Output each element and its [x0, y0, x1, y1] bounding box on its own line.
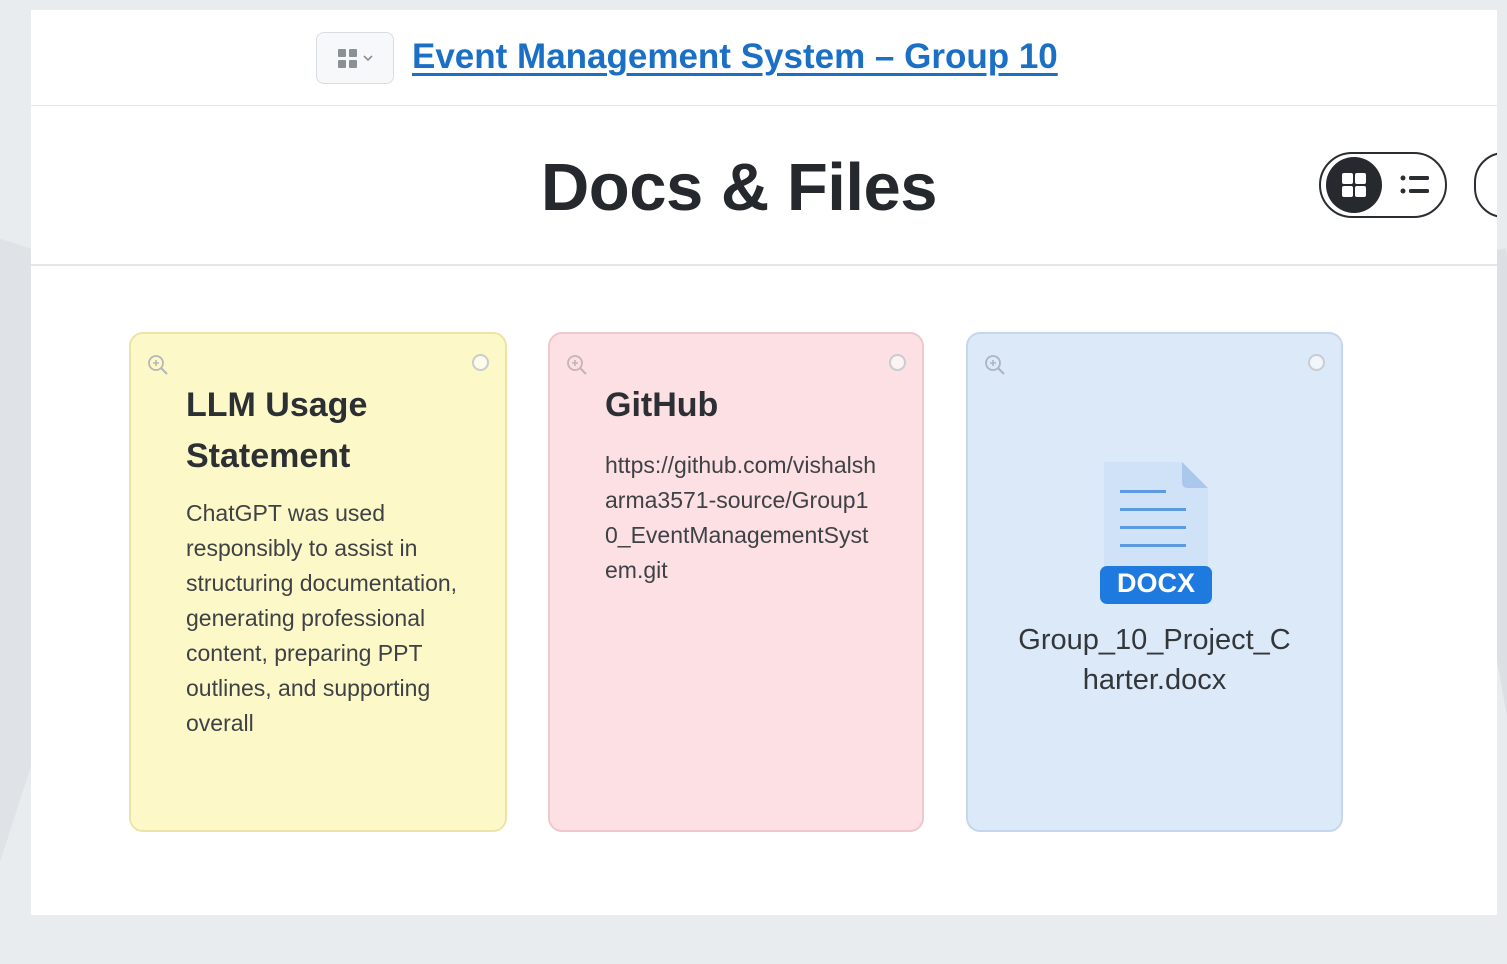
file-type-badge: DOCX — [1116, 568, 1195, 598]
breadcrumb-title-link[interactable]: Event Management System – Group 10 — [412, 37, 1058, 77]
app-switcher-button[interactable] — [316, 32, 394, 84]
list-view-icon — [1400, 175, 1429, 194]
text-fade-overlay — [131, 760, 505, 830]
file-card-project-charter[interactable]: DOCX Group_10_Project_Charter.docx — [966, 332, 1343, 832]
list-view-button[interactable] — [1390, 160, 1440, 210]
more-options-button[interactable] — [1474, 152, 1497, 218]
select-checkbox[interactable] — [1308, 354, 1325, 371]
card-body: ChatGPT was used responsibly to assist i… — [186, 500, 458, 736]
card-title: GitHub — [605, 386, 719, 424]
grid-view-button[interactable] — [1326, 157, 1382, 213]
note-card-llm-usage[interactable]: LLM Usage Statement ChatGPT was used res… — [129, 332, 507, 832]
select-checkbox[interactable] — [472, 354, 489, 371]
zoom-in-icon[interactable] — [145, 352, 171, 378]
zoom-in-icon[interactable] — [564, 352, 590, 378]
select-checkbox[interactable] — [889, 354, 906, 371]
chevron-down-icon — [362, 55, 373, 62]
main-panel: Event Management System – Group 10 Docs … — [31, 10, 1497, 915]
card-title: LLM Usage Statement — [186, 386, 368, 475]
grid-view-icon — [1342, 173, 1366, 197]
card-body: https://github.com/vishalsharma3571-sour… — [605, 452, 877, 583]
title-bar: Docs & Files — [31, 106, 1497, 266]
apps-grid-icon — [337, 48, 357, 68]
page-header: Event Management System – Group 10 — [31, 10, 1497, 106]
note-card-github[interactable]: GitHub https://github.com/vishalsharma35… — [548, 332, 924, 832]
page-title: Docs & Files — [540, 150, 938, 225]
view-toggle[interactable] — [1319, 152, 1447, 218]
file-name: Group_10_Project_Charter.docx — [1018, 624, 1291, 696]
zoom-in-icon[interactable] — [982, 352, 1008, 378]
